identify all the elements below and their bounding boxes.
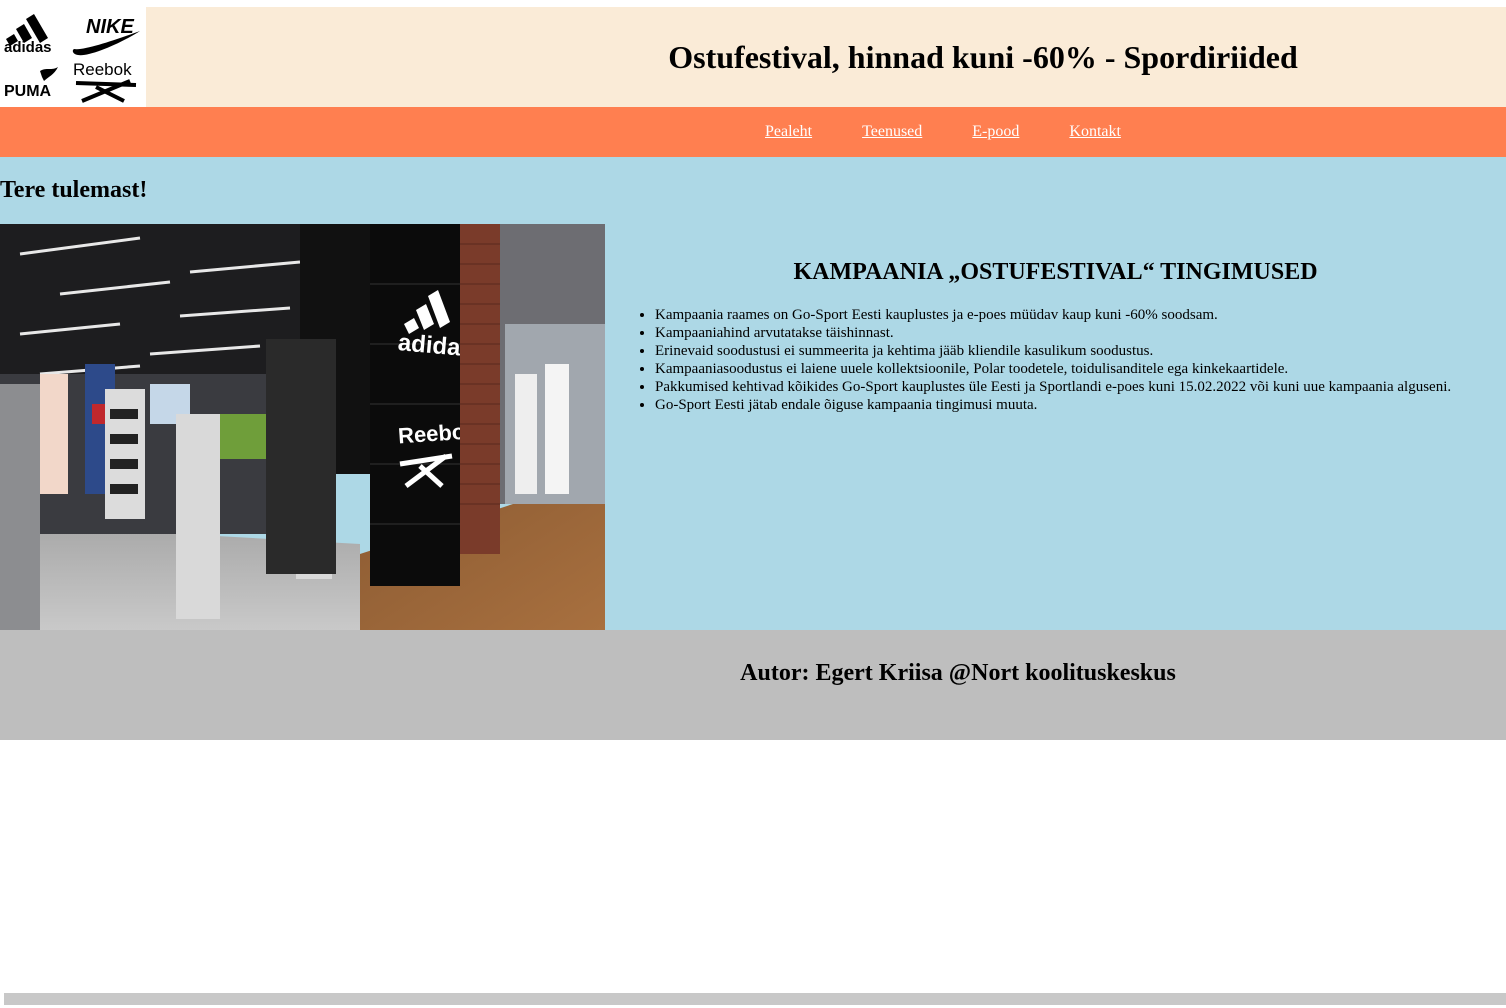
nav-item-pealeht: Pealeht xyxy=(765,123,812,141)
main-content: Tere tulemast! adidas Reebok KAMPAANIA „… xyxy=(0,157,1506,630)
footer-author: Autor: Egert Kriisa @Nort koolituskeskus xyxy=(740,660,1176,686)
nav-item-kontakt: Kontakt xyxy=(1069,123,1121,141)
terms-item: Go-Sport Eesti jätab endale õiguse kampa… xyxy=(655,396,1451,414)
terms-item: Kampaaniahind arvutatakse täishinnast. xyxy=(655,324,1451,342)
terms-list: Kampaania raames on Go-Sport Eesti kaupl… xyxy=(636,306,1451,414)
nav-list: Pealeht Teenused E-pood Kontakt xyxy=(740,107,1146,157)
main-nav: Pealeht Teenused E-pood Kontakt xyxy=(0,107,1506,157)
nav-link-e-pood[interactable]: E-pood xyxy=(972,123,1019,140)
brand-logos-graphic: adidas NIKE PUMA Reebok xyxy=(4,14,140,103)
welcome-heading: Tere tulemast! xyxy=(0,177,148,203)
terms-title: KAMPAANIA „OSTUFESTIVAL“ TINGIMUSED xyxy=(793,259,1318,285)
brand-logos-image: adidas NIKE PUMA Reebok xyxy=(0,7,146,107)
nav-link-kontakt[interactable]: Kontakt xyxy=(1069,123,1121,140)
store-photo-graphic: adidas Reebok xyxy=(0,224,605,630)
campaign-terms: KAMPAANIA „OSTUFESTIVAL“ TINGIMUSED Kamp… xyxy=(605,224,1506,630)
horizontal-scrollbar[interactable] xyxy=(4,993,1506,1005)
nav-link-teenused[interactable]: Teenused xyxy=(862,123,922,140)
nav-item-teenused: Teenused xyxy=(862,123,922,141)
site-header: adidas NIKE PUMA Reebok Ostufestival, hi… xyxy=(0,7,1506,107)
terms-item: Kampaaniasoodustus ei laiene uuele kolle… xyxy=(655,360,1451,378)
svg-text:adidas: adidas xyxy=(4,39,52,56)
terms-item: Pakkumised kehtivad kõikides Go-Sport ka… xyxy=(655,378,1451,396)
store-photo: adidas Reebok xyxy=(0,224,605,630)
svg-text:PUMA: PUMA xyxy=(4,83,52,100)
svg-text:Reebok: Reebok xyxy=(73,60,132,79)
svg-text:NIKE: NIKE xyxy=(86,16,134,38)
site-footer: Autor: Egert Kriisa @Nort koolituskeskus xyxy=(0,630,1506,740)
terms-item: Kampaania raames on Go-Sport Eesti kaupl… xyxy=(655,306,1451,324)
terms-item: Erinevaid soodustusi ei summeerita ja ke… xyxy=(655,342,1451,360)
page: adidas NIKE PUMA Reebok Ostufestival, hi… xyxy=(0,0,1506,1008)
page-title: Ostufestival, hinnad kuni -60% - Spordir… xyxy=(668,38,1298,75)
nav-link-pealeht[interactable]: Pealeht xyxy=(765,123,812,140)
nav-item-e-pood: E-pood xyxy=(972,123,1019,141)
